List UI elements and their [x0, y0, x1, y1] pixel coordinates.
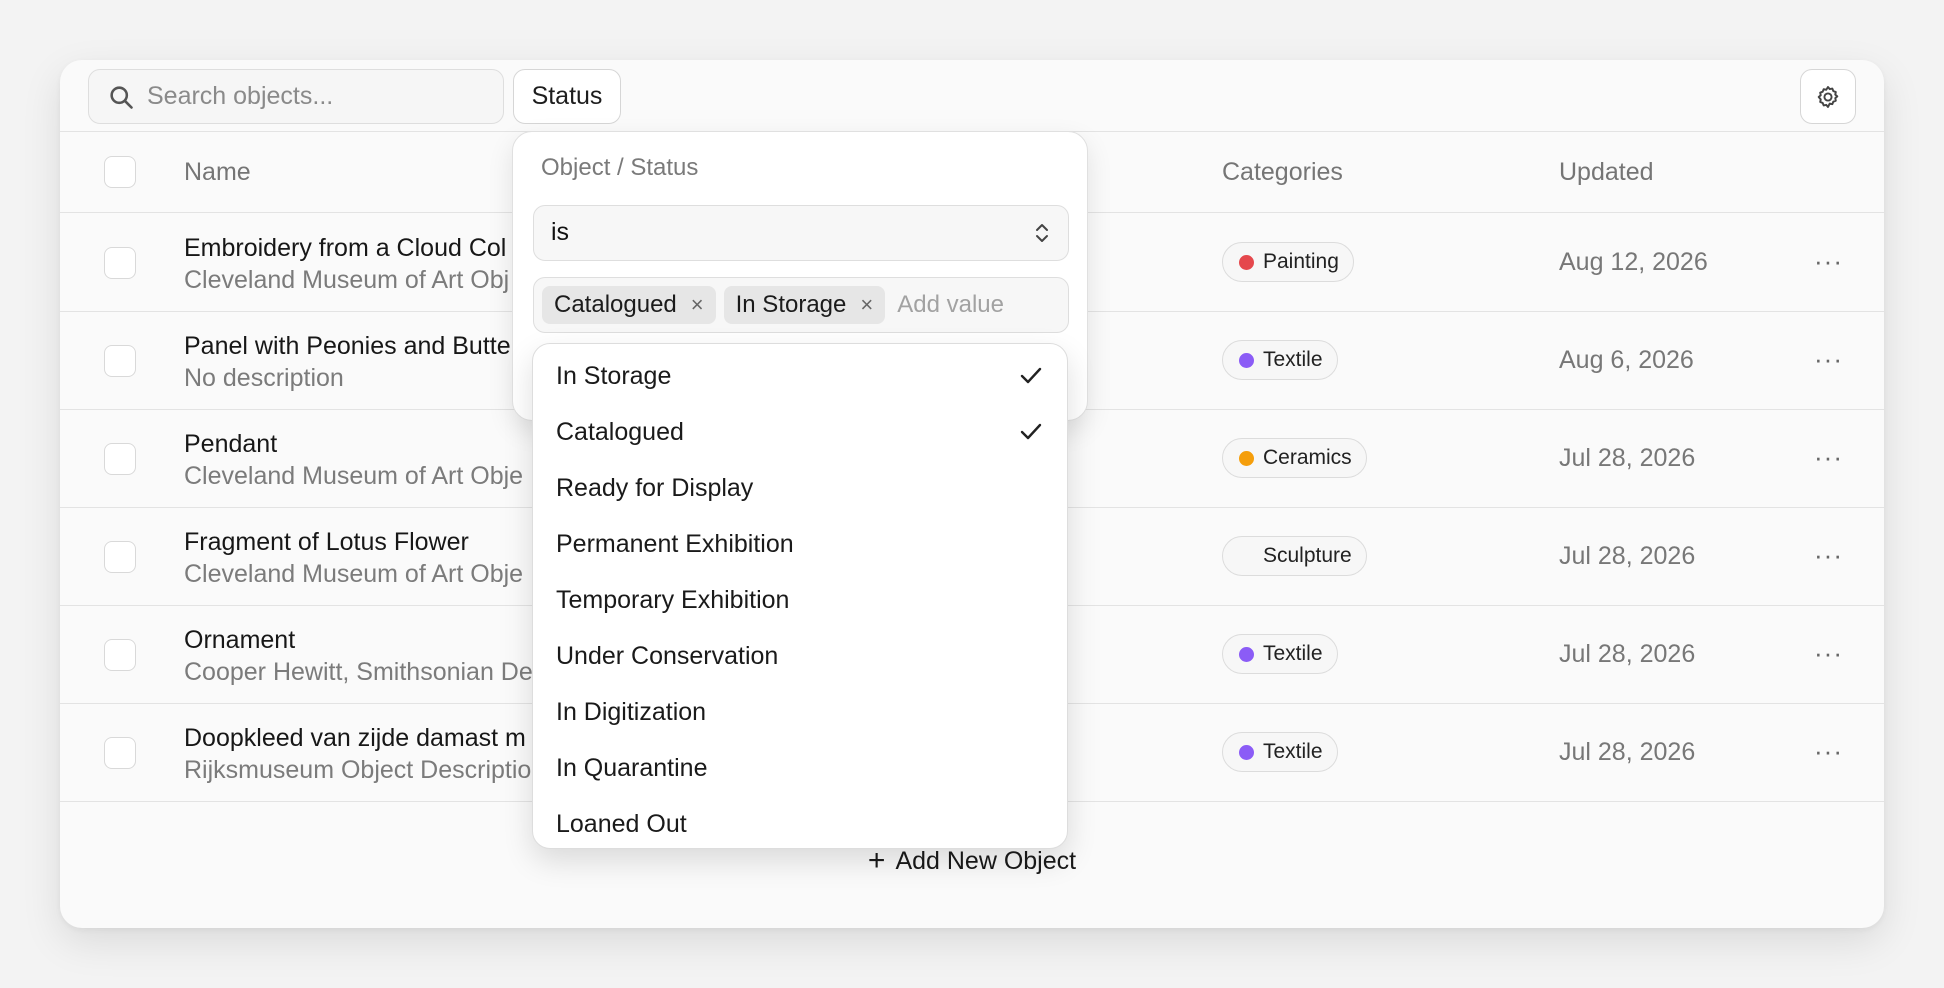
category-label: Sculpture: [1263, 544, 1352, 567]
column-header-name[interactable]: Name: [184, 158, 251, 187]
search-box[interactable]: [88, 69, 504, 124]
status-option-label: In Storage: [556, 362, 672, 390]
check-icon: [1020, 367, 1042, 384]
tag-label: In Storage: [735, 291, 847, 318]
object-description: No description: [184, 364, 344, 392]
updated-date: Aug 12, 2026: [1559, 248, 1708, 276]
status-filter-button[interactable]: Status: [513, 69, 621, 124]
gear-icon: [1817, 85, 1839, 108]
category-badge: Ceramics: [1222, 438, 1367, 478]
category-label: Painting: [1263, 250, 1339, 273]
object-title[interactable]: Ornament: [184, 626, 295, 655]
remove-tag-icon[interactable]: ×: [860, 292, 873, 318]
category-badge: Painting: [1222, 242, 1354, 282]
category-label: Ceramics: [1263, 446, 1352, 469]
operator-value: is: [551, 218, 570, 246]
more-horizontal-icon[interactable]: ···: [1814, 638, 1843, 669]
chevron-up-down-icon: [1036, 224, 1048, 242]
category-color-dot: [1239, 450, 1254, 466]
plus-icon: +: [867, 844, 886, 877]
status-option[interactable]: Under Conservation: [533, 628, 1067, 684]
filter-breadcrumb: Object / Status: [541, 154, 699, 181]
updated-date: Jul 28, 2026: [1559, 738, 1696, 766]
status-option-label: Permanent Exhibition: [556, 530, 794, 558]
search-icon: [110, 85, 133, 109]
more-horizontal-icon[interactable]: ···: [1814, 736, 1843, 767]
category-badge: Sculpture: [1222, 536, 1367, 576]
category-color-dot: [1239, 254, 1254, 270]
more-horizontal-icon[interactable]: ···: [1814, 540, 1843, 571]
filter-values-input[interactable]: Catalogued × In Storage × Add value: [533, 277, 1069, 333]
status-option[interactable]: In Storage: [533, 348, 1067, 404]
value-tag: Catalogued ×: [542, 286, 716, 324]
status-option-label: In Digitization: [556, 698, 707, 726]
object-description: Cleveland Museum of Art Obje: [184, 462, 524, 490]
row-checkbox[interactable]: [104, 541, 136, 573]
category-label: Textile: [1263, 348, 1323, 371]
row-checkbox[interactable]: [104, 247, 136, 279]
row-checkbox[interactable]: [104, 639, 136, 671]
row-checkbox[interactable]: [104, 737, 136, 769]
object-title[interactable]: Doopkleed van zijde damast m: [184, 724, 526, 753]
category-color-dot: [1239, 744, 1254, 760]
status-option-label: Under Conservation: [556, 642, 779, 670]
category-label: Textile: [1263, 740, 1323, 763]
remove-tag-icon[interactable]: ×: [691, 292, 704, 318]
more-horizontal-icon[interactable]: ···: [1814, 344, 1843, 375]
object-description: Cleveland Museum of Art Obje: [184, 560, 524, 588]
category-badge: Textile: [1222, 634, 1338, 674]
status-option[interactable]: Ready for Display: [533, 460, 1067, 516]
category-badge: Textile: [1222, 732, 1338, 772]
row-checkbox[interactable]: [104, 345, 136, 377]
status-option[interactable]: Temporary Exhibition: [533, 572, 1067, 628]
status-option-label: Catalogued: [556, 418, 684, 446]
add-new-object-button[interactable]: + Add New Object: [60, 846, 1884, 876]
category-color-dot: [1239, 549, 1254, 564]
status-option-label: In Quarantine: [556, 754, 708, 782]
search-input[interactable]: [147, 82, 477, 111]
status-option[interactable]: In Quarantine: [533, 740, 1067, 796]
updated-date: Aug 6, 2026: [1559, 346, 1694, 374]
object-description: Cleveland Museum of Art Obj: [184, 266, 510, 294]
status-option[interactable]: In Digitization: [533, 684, 1067, 740]
column-header-updated[interactable]: Updated: [1559, 158, 1654, 187]
tag-label: Catalogued: [554, 291, 677, 318]
updated-date: Jul 28, 2026: [1559, 640, 1696, 668]
object-description: Rijksmuseum Object Descriptio: [184, 756, 532, 784]
check-icon: [1020, 423, 1042, 440]
category-color-dot: [1239, 646, 1254, 662]
select-all-checkbox[interactable]: [104, 156, 136, 188]
object-description: Cooper Hewitt, Smithsonian De: [184, 658, 533, 686]
status-option-label: Temporary Exhibition: [556, 586, 790, 614]
status-option[interactable]: Loaned Out: [533, 796, 1067, 848]
object-title[interactable]: Fragment of Lotus Flower: [184, 528, 469, 557]
add-value-placeholder[interactable]: Add value: [897, 291, 1004, 319]
status-option[interactable]: Catalogued: [533, 404, 1067, 460]
object-title[interactable]: Embroidery from a Cloud Col: [184, 234, 506, 263]
object-title[interactable]: Pendant: [184, 430, 277, 459]
status-option-label: Loaned Out: [556, 810, 687, 838]
row-checkbox[interactable]: [104, 443, 136, 475]
updated-date: Jul 28, 2026: [1559, 542, 1696, 570]
settings-button[interactable]: [1800, 69, 1856, 124]
column-header-categories[interactable]: Categories: [1222, 158, 1343, 187]
updated-date: Jul 28, 2026: [1559, 444, 1696, 472]
more-horizontal-icon[interactable]: ···: [1814, 246, 1843, 277]
object-title[interactable]: Panel with Peonies and Butte: [184, 332, 511, 361]
status-option-label: Ready for Display: [556, 474, 754, 502]
category-color-dot: [1239, 352, 1254, 368]
add-new-object-label: Add New Object: [895, 846, 1077, 875]
category-badge: Textile: [1222, 340, 1338, 380]
more-horizontal-icon[interactable]: ···: [1814, 442, 1843, 473]
operator-select[interactable]: is: [533, 205, 1069, 261]
category-label: Textile: [1263, 642, 1323, 665]
status-options-menu: In Storage Catalogued Ready for Display …: [532, 343, 1068, 849]
value-tag: In Storage ×: [723, 286, 886, 324]
status-option[interactable]: Permanent Exhibition: [533, 516, 1067, 572]
toolbar: Status: [60, 60, 1884, 132]
